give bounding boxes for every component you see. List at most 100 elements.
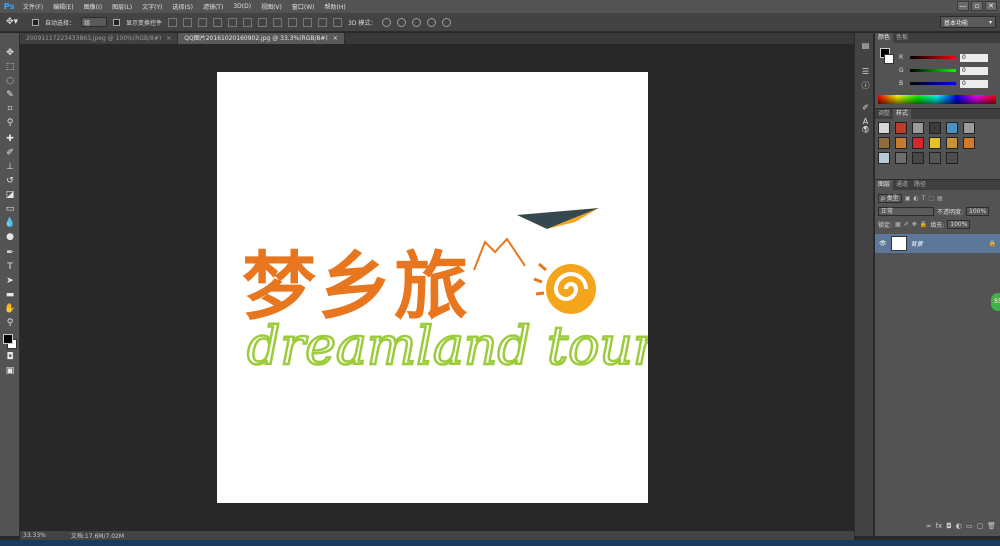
new-group-icon[interactable]: ▭ xyxy=(966,522,973,532)
style-swatch[interactable] xyxy=(946,152,958,164)
align-bottom-icon[interactable] xyxy=(198,17,208,27)
lock-position-icon[interactable]: ✥ xyxy=(912,221,917,228)
fill-field[interactable]: 100% xyxy=(947,219,971,229)
tab-layers[interactable]: 图层 xyxy=(875,180,894,190)
style-swatch[interactable] xyxy=(963,137,975,149)
minimize-button[interactable]: — xyxy=(957,1,969,11)
link-layers-icon[interactable]: ∞ xyxy=(926,522,932,532)
distribute-right-icon[interactable] xyxy=(333,17,343,27)
menu-help[interactable]: 帮助(H) xyxy=(320,2,351,11)
history-panel-icon[interactable]: ▤ xyxy=(860,41,871,51)
menu-file[interactable]: 文件(F) xyxy=(18,2,48,11)
menu-select[interactable]: 选择(S) xyxy=(167,2,198,11)
distribute-bottom-icon[interactable] xyxy=(288,17,298,27)
align-vcenter-icon[interactable] xyxy=(183,17,193,27)
lock-all-icon[interactable]: 🔒 xyxy=(920,221,927,228)
tab-channels[interactable]: 通道 xyxy=(893,180,911,190)
path-select-tool-icon[interactable]: ➤ xyxy=(4,275,16,287)
align-left-icon[interactable] xyxy=(213,17,223,27)
style-swatch[interactable] xyxy=(878,137,890,149)
pen-tool-icon[interactable]: ✒ xyxy=(4,247,16,259)
workspace-dropdown[interactable]: 基本功能 ▾ xyxy=(940,16,996,28)
cube-3d-icon[interactable]: ⬡ xyxy=(860,125,871,135)
blue-slider[interactable] xyxy=(910,82,956,85)
dodge-tool-icon[interactable]: ● xyxy=(4,231,16,243)
style-swatch[interactable] xyxy=(963,152,975,164)
type-tool-icon[interactable]: T xyxy=(4,261,16,273)
new-layer-icon[interactable]: ▢ xyxy=(976,522,983,532)
red-slider[interactable] xyxy=(910,56,956,59)
drag-3d-icon[interactable] xyxy=(412,17,422,27)
eyedropper-tool-icon[interactable]: ⚲ xyxy=(4,117,16,129)
rectangle-tool-icon[interactable]: ▬ xyxy=(4,289,16,301)
info-panel-icon[interactable]: ⓘ xyxy=(860,81,871,91)
style-swatch[interactable] xyxy=(963,122,975,134)
filter-pixel-icon[interactable]: ▣ xyxy=(905,195,911,202)
delete-layer-icon[interactable]: 🗑 xyxy=(987,522,996,532)
background-color-chip[interactable] xyxy=(884,54,894,64)
tab-color[interactable]: 颜色 xyxy=(875,33,894,43)
menu-filter[interactable]: 滤镜(T) xyxy=(198,2,228,11)
auto-select-dropdown[interactable]: 组 xyxy=(81,17,108,27)
style-swatch[interactable] xyxy=(878,122,890,134)
restore-button[interactable]: ▫ xyxy=(971,1,983,11)
tab-styles[interactable]: 样式 xyxy=(893,109,912,119)
document-size[interactable]: 文档:17.6M/7.02M xyxy=(71,531,124,540)
menu-edit[interactable]: 编辑(E) xyxy=(48,2,78,11)
tab-swatches[interactable]: 色板 xyxy=(893,33,911,43)
distribute-top-icon[interactable] xyxy=(258,17,268,27)
close-button[interactable]: ✕ xyxy=(985,1,997,11)
quick-mask-icon[interactable]: ◘ xyxy=(4,351,16,363)
color-spectrum-bar[interactable] xyxy=(878,95,996,104)
opacity-field[interactable]: 100% xyxy=(966,206,990,216)
style-swatch[interactable] xyxy=(929,122,941,134)
brush-panel-icon[interactable]: ✐ xyxy=(860,103,871,113)
adjustment-layer-icon[interactable]: ◐ xyxy=(956,522,962,532)
scale-3d-icon[interactable] xyxy=(442,17,452,27)
floating-badge[interactable]: 55 xyxy=(991,293,1000,311)
zoom-tool-icon[interactable]: ⚲ xyxy=(4,317,16,329)
style-swatch[interactable] xyxy=(929,152,941,164)
menu-3d[interactable]: 3D(D) xyxy=(228,3,256,10)
healing-brush-tool-icon[interactable]: ✚ xyxy=(4,133,16,145)
filter-smart-icon[interactable]: ▤ xyxy=(937,195,943,202)
lock-image-icon[interactable]: ✐ xyxy=(904,221,909,228)
properties-panel-icon[interactable]: ☰ xyxy=(860,67,871,77)
filter-type-icon[interactable]: T xyxy=(922,195,926,202)
move-tool-icon[interactable]: ✥ xyxy=(4,47,16,59)
marquee-tool-icon[interactable]: ⬚ xyxy=(4,61,16,73)
lasso-tool-icon[interactable]: ◌ xyxy=(4,75,16,87)
crop-tool-icon[interactable]: ⌗ xyxy=(4,103,16,115)
distribute-left-icon[interactable] xyxy=(303,17,313,27)
tab-document-2[interactable]: QQ图片20161020160902.jpg @ 33.3%(RGB/8#) × xyxy=(178,33,345,44)
menu-layer[interactable]: 图层(L) xyxy=(107,2,137,11)
rotate-3d-icon[interactable] xyxy=(382,17,392,27)
style-swatch[interactable] xyxy=(912,137,924,149)
foreground-color-swatch[interactable] xyxy=(3,334,13,344)
style-swatch[interactable] xyxy=(912,122,924,134)
tab-paths[interactable]: 路径 xyxy=(911,180,929,190)
auto-select-checkbox[interactable] xyxy=(32,18,39,26)
style-swatch[interactable] xyxy=(912,152,924,164)
quick-select-tool-icon[interactable]: ✎ xyxy=(4,89,16,101)
close-icon[interactable]: × xyxy=(333,33,338,44)
style-swatch[interactable] xyxy=(878,152,890,164)
tab-adjustments[interactable]: 调整 xyxy=(875,109,893,119)
style-swatch[interactable] xyxy=(895,137,907,149)
move-tool-preset-icon[interactable]: ✥▾ xyxy=(6,15,26,29)
layer-name[interactable]: 背景 xyxy=(911,239,923,248)
clone-stamp-tool-icon[interactable]: ⊥ xyxy=(4,161,16,173)
menu-window[interactable]: 窗口(W) xyxy=(287,2,320,11)
brush-tool-icon[interactable]: ✐ xyxy=(4,147,16,159)
eye-icon[interactable]: 👁 xyxy=(879,240,887,247)
align-top-icon[interactable] xyxy=(168,17,178,27)
roll-3d-icon[interactable] xyxy=(397,17,407,27)
distribute-hcenter-icon[interactable] xyxy=(318,17,328,27)
green-slider[interactable] xyxy=(910,69,956,72)
style-swatch[interactable] xyxy=(895,122,907,134)
blue-value-field[interactable]: 0 xyxy=(960,79,988,88)
menu-type[interactable]: 文字(Y) xyxy=(137,2,167,11)
style-swatch[interactable] xyxy=(946,137,958,149)
zoom-level[interactable]: 33.33% xyxy=(23,532,46,539)
canvas-area[interactable]: 梦乡旅 dreamland tour xyxy=(20,44,854,531)
